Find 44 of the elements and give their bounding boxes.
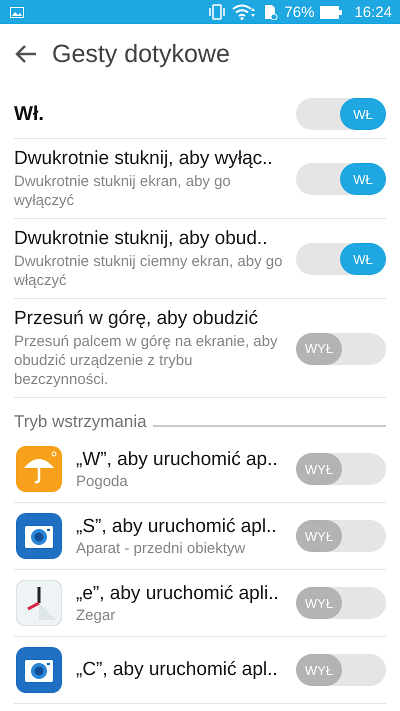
toggle-knob: WYŁ [296,520,342,552]
setting-title: Dwukrotnie stuknij, aby obud.. [14,228,268,250]
camera-icon [16,647,62,693]
section-header: Tryb wstrzymania [14,412,147,432]
setting-title: Przesuń w górę, aby obudzić [14,308,259,330]
toggle-knob: WYŁ [296,587,342,619]
app-name: Zegar [76,606,116,624]
toggle-knob: WYŁ [296,332,342,364]
gesture-title: „e”, aby uruchomić apli.. [76,582,280,604]
clock-icon [16,580,62,626]
toggle-switch[interactable]: WYŁ [296,654,386,686]
setting-description: Dwukrotnie stuknij ciemny ekran, aby go włączyć [14,252,284,290]
wifi-icon [232,4,256,20]
camera-icon [16,513,62,559]
toggle-knob: WYŁ [296,654,342,686]
toggle-knob: WŁ [340,243,386,275]
setting-description: Dwukrotnie stuknij ekran, aby go wyłączyć [14,172,232,210]
gesture-title: „S”, aby uruchomić apl.. [76,516,278,538]
app-name: Aparat - przedni obiektyw [76,540,246,556]
toggle-switch[interactable]: WŁ [296,163,386,195]
battery-icon [320,6,342,18]
clock-time: 16:24 [354,4,392,20]
app-name: Pogoda [76,472,129,490]
back-arrow-icon[interactable] [14,44,38,64]
toggle-switch[interactable]: WYŁ [296,587,386,619]
toggle-switch[interactable]: WYŁ [296,453,386,485]
setting-title: Dwukrotnie stuknij, aby wyłąc.. [14,148,274,170]
setting-description: Przesuń palcem w górę na ekranie, aby obudzić urządzenie z trybu bezczynności. [14,332,278,389]
image-icon [10,6,24,18]
sd-card-icon [262,4,278,20]
toggle-knob: WŁ [340,163,386,195]
umbrella-icon [16,446,62,492]
setting-label: Wł. [14,102,45,126]
toggle-switch[interactable]: WYŁ [296,332,386,364]
toggle-knob: WŁ [340,98,386,130]
toggle-switch[interactable]: WŁ [296,243,386,275]
battery-percent: 76% [284,4,314,20]
gesture-title: „W”, aby uruchomić ap.. [76,448,279,470]
toggle-switch[interactable]: WYŁ [296,520,386,552]
screen-title: Gesty dotykowe [52,40,230,68]
gesture-title: „C”, aby uruchomić apl.. [76,659,279,681]
toggle-knob: WYŁ [296,453,342,485]
vibrate-icon [208,4,226,20]
toggle-switch[interactable]: WŁ [296,98,386,130]
